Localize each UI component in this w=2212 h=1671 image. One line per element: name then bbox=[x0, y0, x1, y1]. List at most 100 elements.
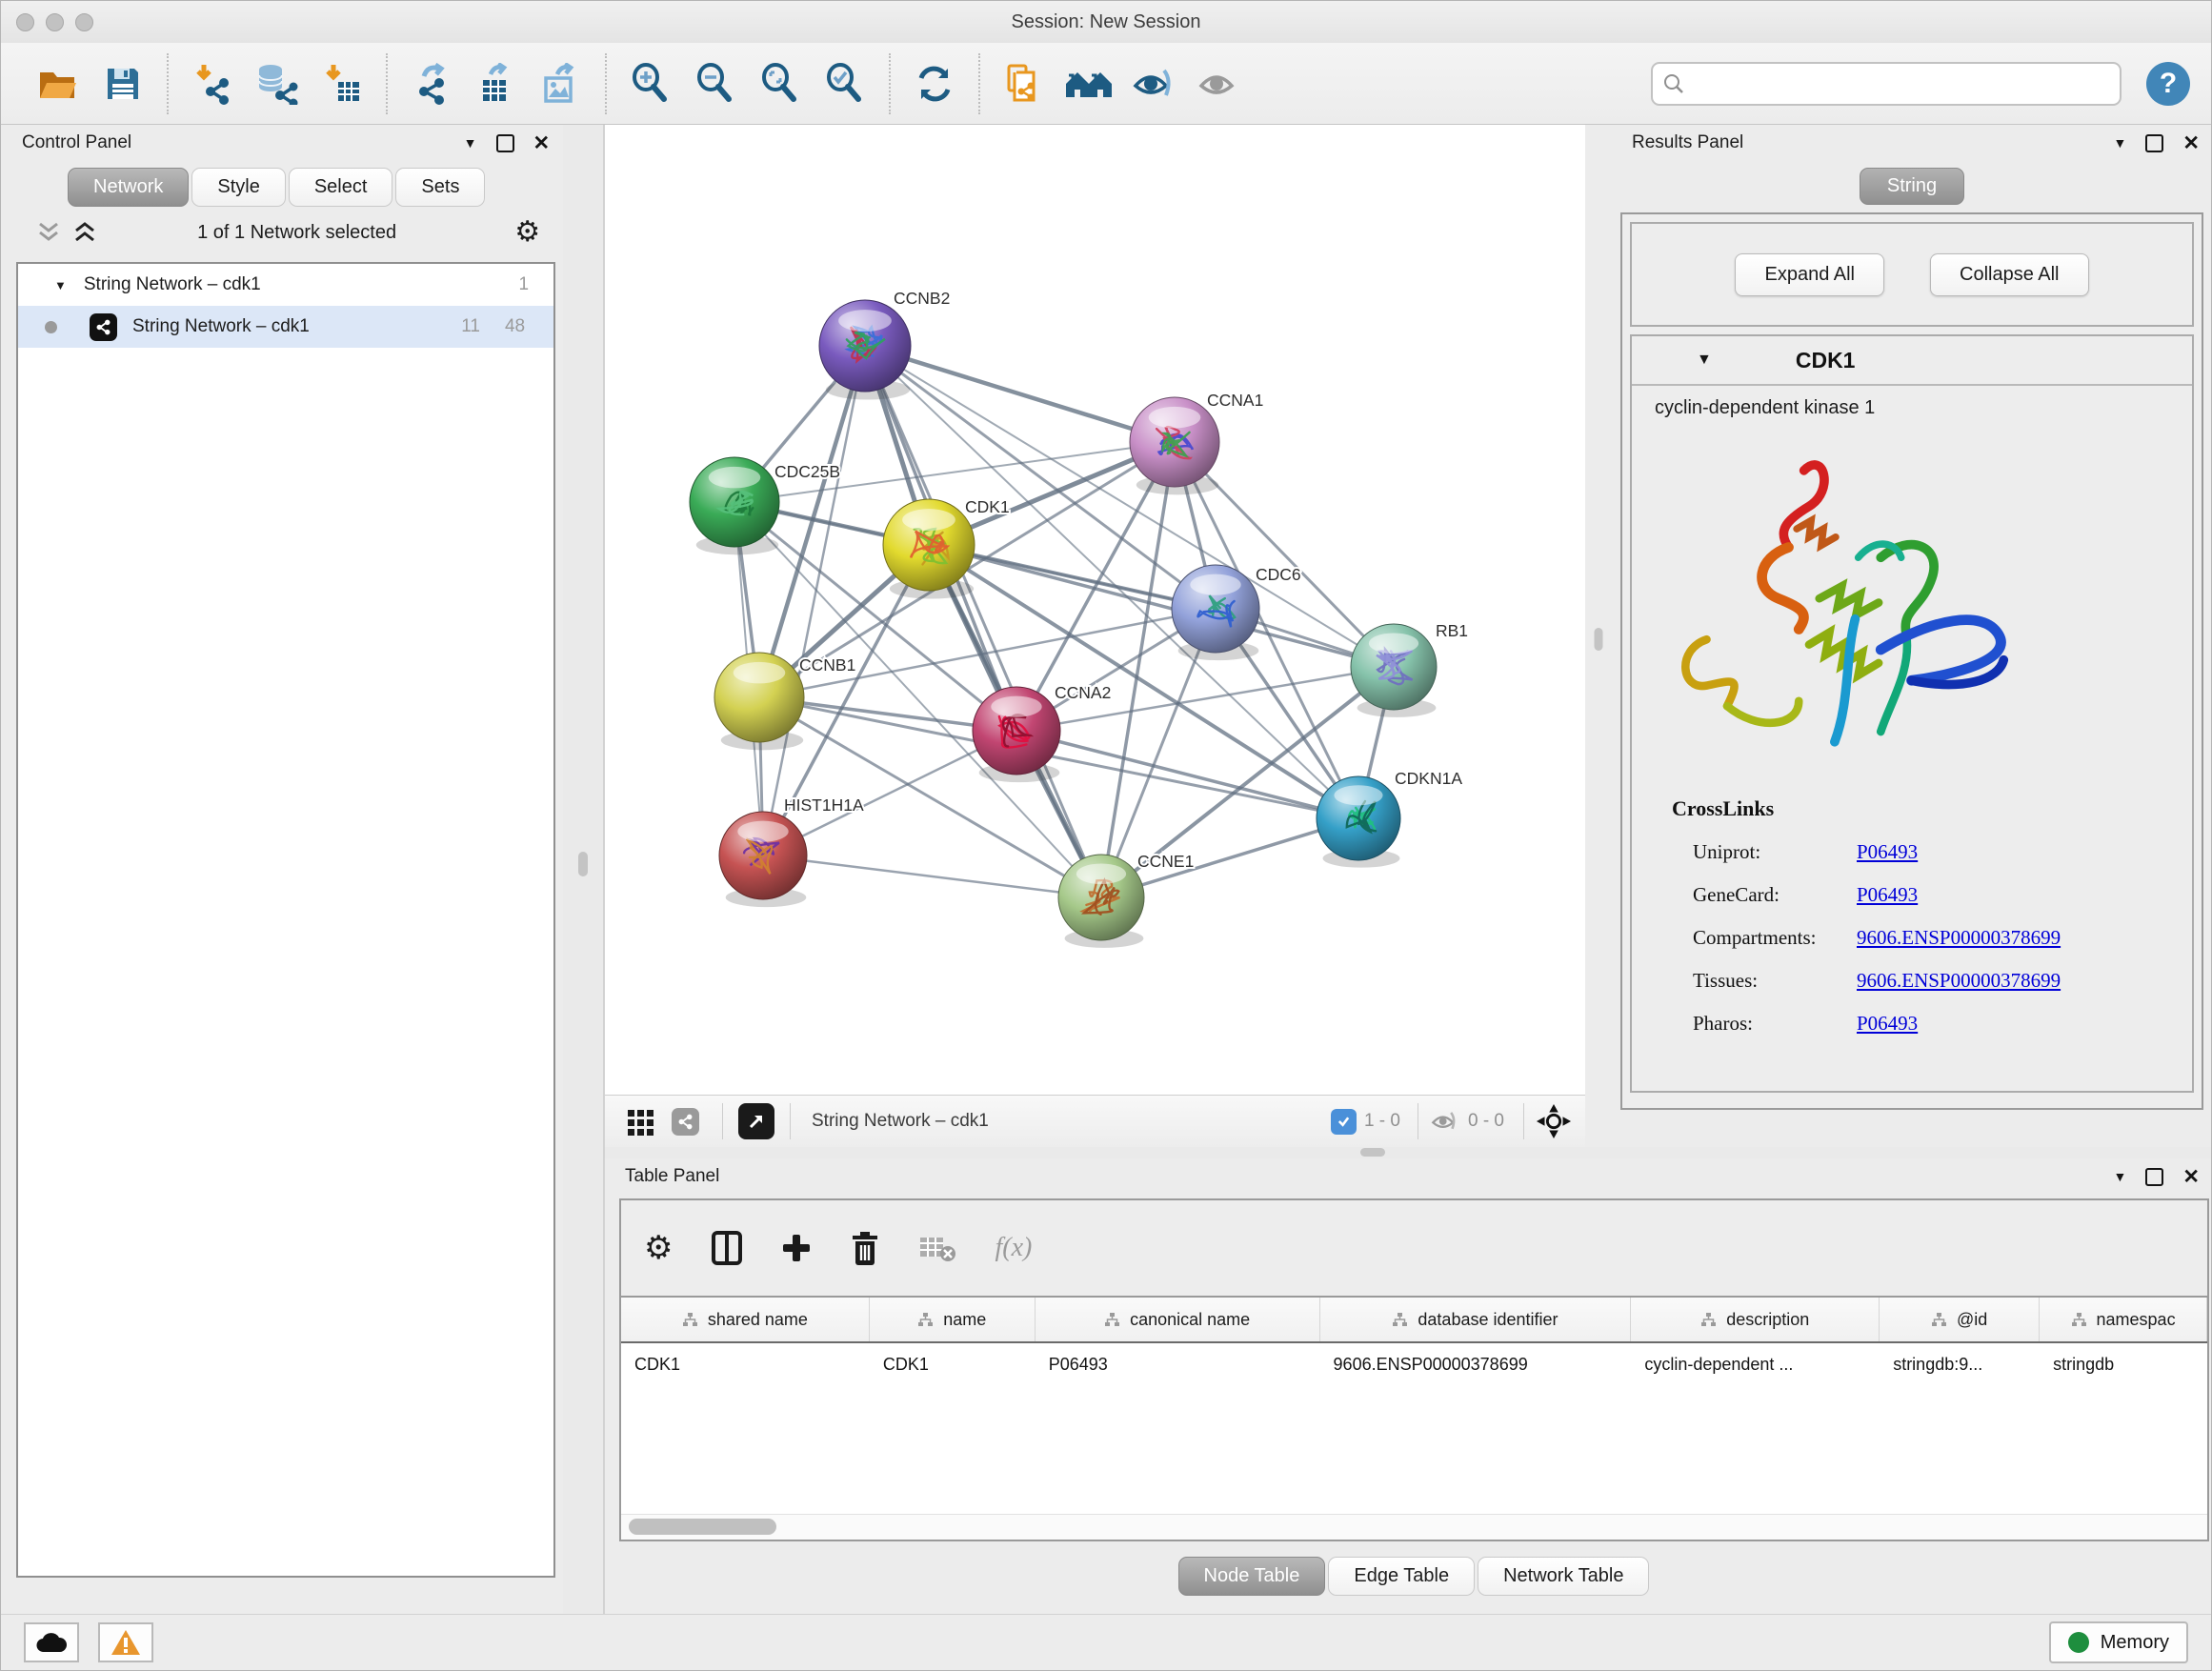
network-node[interactable]: CCNB2 bbox=[819, 289, 950, 400]
network-edge[interactable] bbox=[763, 856, 1101, 897]
fit-selected-button[interactable] bbox=[1536, 1103, 1572, 1139]
expand-all-button[interactable]: Expand All bbox=[1735, 253, 1884, 296]
crosslink-link[interactable]: P06493 bbox=[1857, 883, 1918, 907]
hide-selected-button[interactable] bbox=[1127, 55, 1180, 112]
zoom-fit-button[interactable] bbox=[754, 55, 807, 112]
column-header[interactable]: @id bbox=[1880, 1298, 2040, 1341]
duplicate-network-button[interactable] bbox=[997, 55, 1051, 112]
zoom-selected-button[interactable] bbox=[818, 55, 872, 112]
table-cell[interactable]: stringdb bbox=[2040, 1355, 2207, 1375]
network-edge[interactable] bbox=[865, 346, 1175, 442]
create-column-button[interactable] bbox=[781, 1233, 812, 1263]
tab-network-table[interactable]: Network Table bbox=[1478, 1557, 1649, 1596]
tab-select[interactable]: Select bbox=[289, 168, 393, 207]
refresh-layout-button[interactable] bbox=[908, 55, 961, 112]
import-network-file-button[interactable] bbox=[186, 55, 239, 112]
column-header[interactable]: database identifier bbox=[1320, 1298, 1632, 1341]
open-session-button[interactable] bbox=[31, 55, 85, 112]
network-node[interactable]: HIST1H1A bbox=[719, 795, 864, 907]
warning-status-button[interactable] bbox=[98, 1622, 153, 1662]
table-cell[interactable]: CDK1 bbox=[621, 1355, 870, 1375]
search-input[interactable] bbox=[1685, 73, 2120, 94]
birdseye-view-button[interactable] bbox=[738, 1103, 774, 1139]
zoom-in-button[interactable] bbox=[624, 55, 677, 112]
delete-column-button[interactable] bbox=[850, 1231, 880, 1265]
table-panel-float-button[interactable] bbox=[2145, 1168, 2163, 1186]
tab-style[interactable]: Style bbox=[191, 168, 285, 207]
tab-edge-table[interactable]: Edge Table bbox=[1328, 1557, 1475, 1596]
crosslink-link[interactable]: P06493 bbox=[1857, 840, 1918, 864]
export-table-button[interactable] bbox=[470, 55, 523, 112]
left-splitter[interactable] bbox=[563, 125, 605, 1616]
network-node[interactable]: CDKN1A bbox=[1317, 769, 1462, 868]
network-badge-button[interactable] bbox=[672, 1108, 699, 1136]
horizontal-splitter[interactable] bbox=[605, 1147, 2212, 1158]
selected-indicator-checkbox[interactable] bbox=[1331, 1109, 1357, 1135]
table-panel-menu-button[interactable]: ▼ bbox=[2114, 1170, 2127, 1183]
column-header[interactable]: description bbox=[1631, 1298, 1880, 1341]
control-panel-float-button[interactable] bbox=[496, 134, 514, 152]
table-cell[interactable]: P06493 bbox=[1036, 1355, 1320, 1375]
table-panel-close-button[interactable]: ✕ bbox=[2182, 1167, 2200, 1187]
show-all-button[interactable] bbox=[1192, 55, 1245, 112]
table-cell[interactable]: cyclin-dependent ... bbox=[1631, 1355, 1880, 1375]
splitter-handle[interactable] bbox=[578, 852, 588, 876]
column-header[interactable]: canonical name bbox=[1036, 1298, 1320, 1341]
tab-string[interactable]: String bbox=[1860, 168, 1964, 205]
delete-table-button[interactable] bbox=[918, 1234, 956, 1262]
tab-network[interactable]: Network bbox=[68, 168, 189, 207]
collapse-all-button[interactable]: Collapse All bbox=[1930, 253, 2089, 296]
control-panel-close-button[interactable]: ✕ bbox=[533, 133, 551, 153]
grid-view-button[interactable] bbox=[626, 1106, 656, 1137]
results-panel-float-button[interactable] bbox=[2145, 134, 2163, 152]
hscrollbar-thumb[interactable] bbox=[629, 1519, 776, 1535]
save-session-button[interactable] bbox=[96, 55, 150, 112]
show-columns-button[interactable] bbox=[711, 1230, 743, 1266]
network-canvas[interactable]: CCNB2CCNA1CDC25BCDK1CDC6RB1CCNB1CCNA2CDK… bbox=[605, 125, 1585, 1095]
network-edge[interactable] bbox=[865, 346, 1101, 897]
tab-sets[interactable]: Sets bbox=[395, 168, 485, 207]
export-image-button[interactable] bbox=[534, 55, 588, 112]
right-splitter[interactable] bbox=[1585, 125, 1611, 1147]
crosslink-link[interactable]: 9606.ENSP00000378699 bbox=[1857, 926, 2061, 950]
cloud-status-button[interactable] bbox=[24, 1622, 79, 1662]
help-button[interactable]: ? bbox=[2146, 62, 2190, 106]
splitter-handle[interactable] bbox=[1594, 628, 1602, 651]
table-options-button[interactable]: ⚙ bbox=[644, 1232, 673, 1264]
control-panel-menu-button[interactable]: ▼ bbox=[464, 136, 477, 150]
expand-all-networks-button[interactable] bbox=[71, 221, 98, 244]
tree-expand-icon[interactable]: ▼ bbox=[54, 278, 67, 292]
tab-node-table[interactable]: Node Table bbox=[1178, 1557, 1326, 1596]
network-options-button[interactable]: ⚙ bbox=[514, 218, 540, 247]
import-table-button[interactable] bbox=[315, 55, 369, 112]
network-node[interactable]: RB1 bbox=[1351, 621, 1468, 717]
first-neighbors-button[interactable] bbox=[1062, 55, 1116, 112]
network-row-selected[interactable]: String Network – cdk1 11 48 bbox=[18, 306, 553, 348]
import-network-database-button[interactable] bbox=[251, 55, 304, 112]
results-panel-menu-button[interactable]: ▼ bbox=[2114, 136, 2127, 150]
network-collection-row[interactable]: ▼ String Network – cdk1 1 bbox=[18, 264, 553, 306]
column-header[interactable]: name bbox=[870, 1298, 1036, 1341]
splitter-handle[interactable] bbox=[1360, 1148, 1385, 1157]
column-header[interactable]: namespac bbox=[2040, 1298, 2207, 1341]
table-cell[interactable]: 9606.ENSP00000378699 bbox=[1320, 1355, 1632, 1375]
network-node[interactable]: CDC6 bbox=[1172, 565, 1301, 660]
zoom-out-button[interactable] bbox=[689, 55, 742, 112]
memory-button[interactable]: Memory bbox=[2049, 1621, 2188, 1663]
results-panel-close-button[interactable]: ✕ bbox=[2182, 133, 2200, 153]
column-header[interactable]: shared name bbox=[621, 1298, 870, 1341]
network-node[interactable]: CCNB1 bbox=[714, 653, 855, 750]
network-edge[interactable] bbox=[763, 346, 865, 856]
collapse-all-networks-button[interactable] bbox=[35, 221, 62, 244]
network-node[interactable]: CCNA1 bbox=[1130, 391, 1263, 494]
export-network-button[interactable] bbox=[405, 55, 458, 112]
crosslink-link[interactable]: 9606.ENSP00000378699 bbox=[1857, 969, 2061, 993]
network-edge[interactable] bbox=[929, 545, 1394, 667]
function-builder-button[interactable]: f(x) bbox=[995, 1233, 1032, 1263]
network-node[interactable]: CCNA2 bbox=[973, 683, 1111, 782]
network-node[interactable]: CCNE1 bbox=[1058, 852, 1194, 948]
crosslink-link[interactable]: P06493 bbox=[1857, 1012, 1918, 1036]
table-cell[interactable]: CDK1 bbox=[870, 1355, 1036, 1375]
gene-section-header[interactable]: ▼ CDK1 bbox=[1632, 336, 2192, 386]
table-cell[interactable]: stringdb:9... bbox=[1880, 1355, 2040, 1375]
